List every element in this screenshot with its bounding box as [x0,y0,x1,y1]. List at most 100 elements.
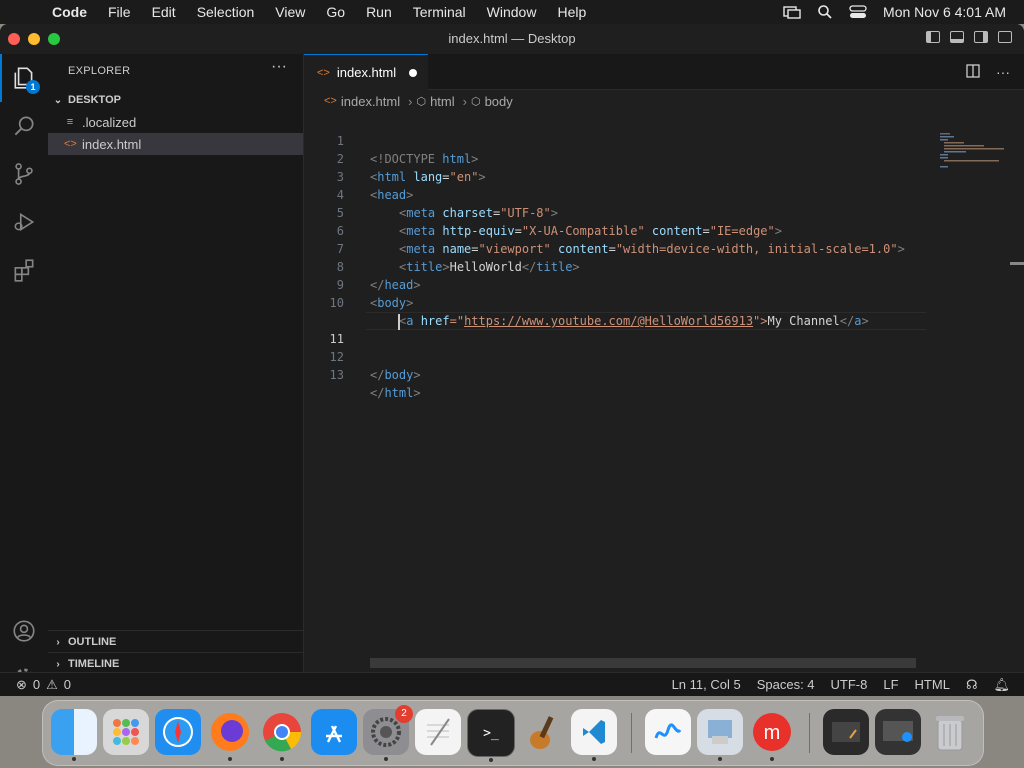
breadcrumb-file[interactable]: index.html [341,94,400,109]
extensions-activity-icon[interactable] [0,246,48,294]
html-file-icon: <> [324,95,337,107]
encoding[interactable]: UTF-8 [831,677,868,693]
menu-go[interactable]: Go [326,4,345,20]
line-number: 10 [329,296,344,310]
problems-indicator[interactable]: ⊗ 0 ⚠ 0 [16,677,71,693]
customize-layout-icon[interactable] [998,31,1012,43]
line-number: 13 [329,368,344,382]
svg-text:m: m [764,722,781,744]
horizontal-scrollbar[interactable] [370,658,916,668]
trash-icon[interactable] [927,709,973,755]
notifications-bell-icon[interactable]: 🔔︎ [993,677,1010,693]
source-control-activity-icon[interactable] [0,150,48,198]
code-line: 6 <meta name="viewport" content="width=d… [304,204,1024,256]
menu-code[interactable]: Code [52,4,87,20]
code-line: 3 <head> [304,150,1024,202]
menu-window[interactable]: Window [487,4,537,20]
file-localized[interactable]: ≡ .localized [48,111,303,133]
unsaved-dot-icon[interactable] [409,69,417,77]
chevron-right-icon: › [462,93,467,109]
file-index-html[interactable]: <> index.html [48,133,303,155]
control-center-icon[interactable] [849,5,867,19]
menu-file[interactable]: File [108,4,131,20]
token: > [413,368,421,382]
language-mode[interactable]: HTML [915,677,950,693]
breadcrumb-html[interactable]: html [430,94,455,109]
code-line: 2 <html lang="en"> [304,132,1024,184]
split-editor-icon[interactable] [966,64,980,78]
element-icon: ⬡ [470,95,481,108]
activity-bar: 1 1 [0,54,49,696]
menu-help[interactable]: Help [557,4,586,20]
explorer-activity-icon[interactable]: 1 [0,54,48,102]
folder-desktop[interactable]: ⌄ DESKTOP [48,89,303,111]
run-debug-activity-icon[interactable] [0,198,48,246]
finder-icon[interactable] [51,709,97,761]
breadcrumb-body[interactable]: body [485,94,513,109]
code-line: 10 <a href="https://www.youtube.com/@Hel… [304,276,1024,328]
system-settings-icon[interactable]: 2 [363,705,413,761]
more-actions-icon[interactable]: ··· [271,58,287,76]
token: </ [370,368,385,382]
tab-index-html[interactable]: <> index.html [304,54,428,90]
toggle-panel-icon[interactable] [950,31,964,43]
freeform-icon[interactable] [645,709,691,755]
accounts-activity-icon[interactable] [0,607,48,655]
token: > [413,386,421,400]
chrome-icon[interactable] [259,709,305,761]
safari-icon[interactable] [155,709,201,755]
dock-separator [631,713,632,753]
textedit-icon[interactable] [415,709,461,755]
screen-mirroring-icon[interactable] [783,5,801,19]
mela-icon[interactable]: m [749,709,795,761]
app-store-icon[interactable] [311,709,357,755]
terminal-icon[interactable]: >_ [467,709,515,762]
token: > [406,296,414,310]
launchpad-icon[interactable] [103,709,149,755]
feedback-icon[interactable]: ☊ [966,677,978,693]
code-line: 7 <title>HelloWorld</title> [304,222,1024,274]
code-line: 13 </html> [304,348,1024,400]
outline-section[interactable]: › OUTLINE [48,630,303,653]
error-count: 0 [32,677,41,692]
breadcrumb: <> index.html › ⬡ html › ⬡ body [304,90,1024,112]
more-actions-icon[interactable]: ··· [996,64,1010,80]
code-text: </html> [370,384,421,402]
downloads-stack-icon[interactable] [823,709,869,755]
menu-bar: Code File Edit Selection View Go Run Ter… [0,0,1024,24]
token: html [384,386,414,400]
title-bar: index.html — Desktop [0,24,1024,55]
preview-icon[interactable] [697,709,743,761]
spotlight-search-icon[interactable] [817,4,833,20]
token: body [377,296,407,310]
window-title: index.html — Desktop [448,31,576,46]
code-line: 8 </head> [304,240,1024,292]
code-line: 12 </body> [304,330,1024,382]
menu-view[interactable]: View [275,4,305,20]
error-icon: ⊗ [16,677,27,692]
minimap[interactable] [938,132,1008,172]
search-activity-icon[interactable] [0,102,48,150]
menu-terminal[interactable]: Terminal [413,4,466,20]
garageband-icon[interactable] [519,709,565,755]
menu-selection[interactable]: Selection [197,4,255,20]
chevron-down-icon: ⌄ [53,94,63,106]
firefox-icon[interactable] [207,709,253,761]
code-line: 9 <body> [304,258,1024,310]
token: body [384,368,414,382]
cursor-position[interactable]: Ln 11, Col 5 [672,677,741,693]
code-line: 5 <meta http-equiv="X-UA-Compatible" con… [304,186,1024,238]
toggle-secondary-sidebar-icon[interactable] [974,31,988,43]
menu-run[interactable]: Run [366,4,392,20]
element-icon: ⬡ [416,95,427,108]
screenshot-stack-icon[interactable] [875,709,921,755]
menu-edit[interactable]: Edit [152,4,176,20]
vscode-dock-icon[interactable] [571,709,617,761]
toggle-primary-sidebar-icon[interactable] [926,31,940,43]
end-of-line[interactable]: LF [883,677,898,693]
vertical-scrollbar[interactable] [1010,262,1024,265]
code-editor[interactable]: 1 <!DOCTYPE html> 2 <html lang="en"> 3 <… [304,112,1024,696]
menu-clock[interactable]: Mon Nov 6 4:01 AM [883,4,1006,20]
vscode-window: index.html — Desktop 1 1 [0,24,1024,696]
indentation[interactable]: Spaces: 4 [757,677,815,693]
